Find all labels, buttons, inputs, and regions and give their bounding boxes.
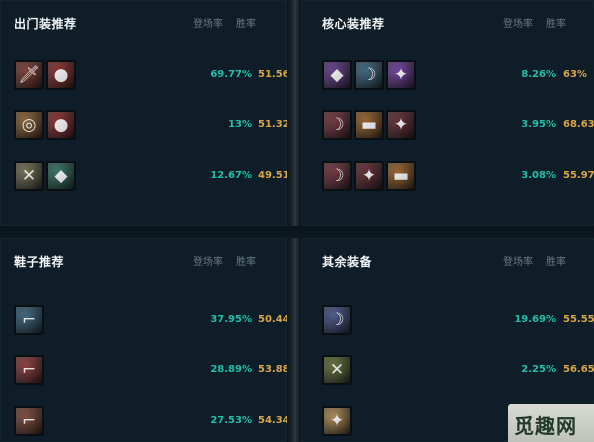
win-rate-value: 56.65% xyxy=(563,364,594,375)
eclipse-icon[interactable]: ◆ xyxy=(322,60,352,90)
pick-rate-value: 19.69% xyxy=(514,314,556,325)
refillable-potion-icon[interactable]: ◆ xyxy=(46,161,76,191)
void-claw-icon[interactable]: ✦ xyxy=(386,60,416,90)
pick-rate-value: 37.95% xyxy=(210,314,252,325)
mercury-treads-icon[interactable]: ⌐ xyxy=(14,355,44,385)
item-icons: ☽ ▬ ✦ xyxy=(322,110,416,140)
pick-rate-value: 3.95% xyxy=(521,119,556,130)
item-icons: ✕ xyxy=(322,355,352,385)
pick-rate-value: 13% xyxy=(228,119,252,130)
item-build-row[interactable]: ✕ 2.25% 56.65% xyxy=(301,355,594,389)
pick-rate-value: 69.77% xyxy=(210,69,252,80)
pick-rate-value: 27.53% xyxy=(210,415,252,426)
scythe-icon[interactable]: ☽ xyxy=(322,110,352,140)
item-build-row[interactable]: ✕ ◆ 12.67% 49.51% xyxy=(0,161,300,195)
win-rate-value: 55.55% xyxy=(563,314,594,325)
guardian-angel-icon[interactable]: ✦ xyxy=(322,406,352,436)
panel-title: 其余装备 xyxy=(322,255,373,269)
serrated-dirk-icon[interactable]: ✕ xyxy=(322,355,352,385)
win-rate-header: 胜率 xyxy=(236,19,256,30)
win-rate-header: 胜率 xyxy=(546,19,566,30)
shield-icon[interactable]: ◎ xyxy=(14,110,44,140)
rifle-icon[interactable]: ▬ xyxy=(386,161,416,191)
pick-rate-header: 登场率 xyxy=(503,19,533,30)
red-potion-icon[interactable]: ● xyxy=(46,60,76,90)
win-rate-value: 55.97% xyxy=(563,170,594,181)
panel-divider-horizontal xyxy=(0,226,594,238)
plated-steelcaps-icon[interactable]: ⌐ xyxy=(14,406,44,436)
item-icons: ☽ xyxy=(322,305,352,335)
dark-blade-icon[interactable]: ✦ xyxy=(354,161,384,191)
item-build-row[interactable]: ⌐ 37.95% 50.44% xyxy=(0,305,300,339)
long-sword-icon[interactable]: ✕ xyxy=(14,161,44,191)
dark-blade-icon[interactable]: ✦ xyxy=(386,110,416,140)
item-build-row[interactable]: 🗡 ● 69.77% 51.56% xyxy=(0,60,300,94)
win-rate-header: 胜率 xyxy=(236,257,256,268)
crescent-blade-icon[interactable]: ☽ xyxy=(322,305,352,335)
watermark-text: 觅趣网 xyxy=(514,414,577,438)
panel-divider-vertical xyxy=(287,0,301,442)
rifle-icon[interactable]: ▬ xyxy=(354,110,384,140)
crescent-blade-icon[interactable]: ☽ xyxy=(354,60,384,90)
item-icons: ◆ ☽ ✦ xyxy=(322,60,416,90)
item-icons: ✦ xyxy=(322,406,352,436)
pick-rate-value: 3.08% xyxy=(521,170,556,181)
item-build-row[interactable]: ⌐ 28.89% 53.88% xyxy=(0,355,300,389)
pick-rate-value: 12.67% xyxy=(210,170,252,181)
item-icons: ⌐ xyxy=(14,406,44,436)
item-build-row[interactable]: ☽ 19.69% 55.55% xyxy=(301,305,594,339)
panel-title: 鞋子推荐 xyxy=(14,255,65,269)
item-icons: ◎ ● xyxy=(14,110,76,140)
sword-icon[interactable]: 🗡 xyxy=(14,60,44,90)
item-icons: ☽ ✦ ▬ xyxy=(322,161,416,191)
item-icons: 🗡 ● xyxy=(14,60,76,90)
core-items-panel: 核心装推荐 登场率 胜率 ◆☽✦8.26%63%☽▬✦3.95%68.63%☽✦… xyxy=(301,0,594,226)
win-rate-header: 胜率 xyxy=(546,257,566,268)
item-build-row[interactable]: ☽▬✦ 3.95% 68.63% xyxy=(301,110,594,144)
win-rate-value: 63% xyxy=(563,69,587,80)
red-potion-icon[interactable]: ● xyxy=(46,110,76,140)
scythe-icon[interactable]: ☽ xyxy=(322,161,352,191)
boots-panel: 鞋子推荐 登场率 胜率 ⌐ 37.95% 50.44% ⌐ 28.89% 53.88% ⌐ 2… xyxy=(0,238,300,442)
item-build-row[interactable]: ◆ ☽ ✦ 8.26% 63% xyxy=(301,60,594,94)
panel-title: 出门装推荐 xyxy=(14,17,77,31)
watermark-logo: 觅趣网 xyxy=(508,404,594,442)
pick-rate-value: 8.26% xyxy=(521,69,556,80)
item-build-row[interactable]: ⌐ 27.53% 54.34% xyxy=(0,406,300,440)
pick-rate-header: 登场率 xyxy=(503,257,533,268)
pick-rate-value: 2.25% xyxy=(521,364,556,375)
item-icons: ⌐ xyxy=(14,355,44,385)
item-icons: ⌐ xyxy=(14,305,44,335)
panel-title: 核心装推荐 xyxy=(322,17,385,31)
pick-rate-value: 28.89% xyxy=(210,364,252,375)
pick-rate-header: 登场率 xyxy=(193,257,223,268)
item-icons: ✕ ◆ xyxy=(14,161,76,191)
pick-rate-header: 登场率 xyxy=(193,19,223,30)
win-rate-value: 68.63% xyxy=(563,119,594,130)
starter-items-panel: 出门装推荐 登场率 胜率 🗡 ● 69.77% 51.56% ◎ ● 13% 51.32% ✕ ◆… xyxy=(0,0,300,226)
ionian-boots-icon[interactable]: ⌐ xyxy=(14,305,44,335)
item-build-row[interactable]: ◎ ● 13% 51.32% xyxy=(0,110,300,144)
item-build-row[interactable]: ☽✦▬ 3.08% 55.97% xyxy=(301,161,594,195)
